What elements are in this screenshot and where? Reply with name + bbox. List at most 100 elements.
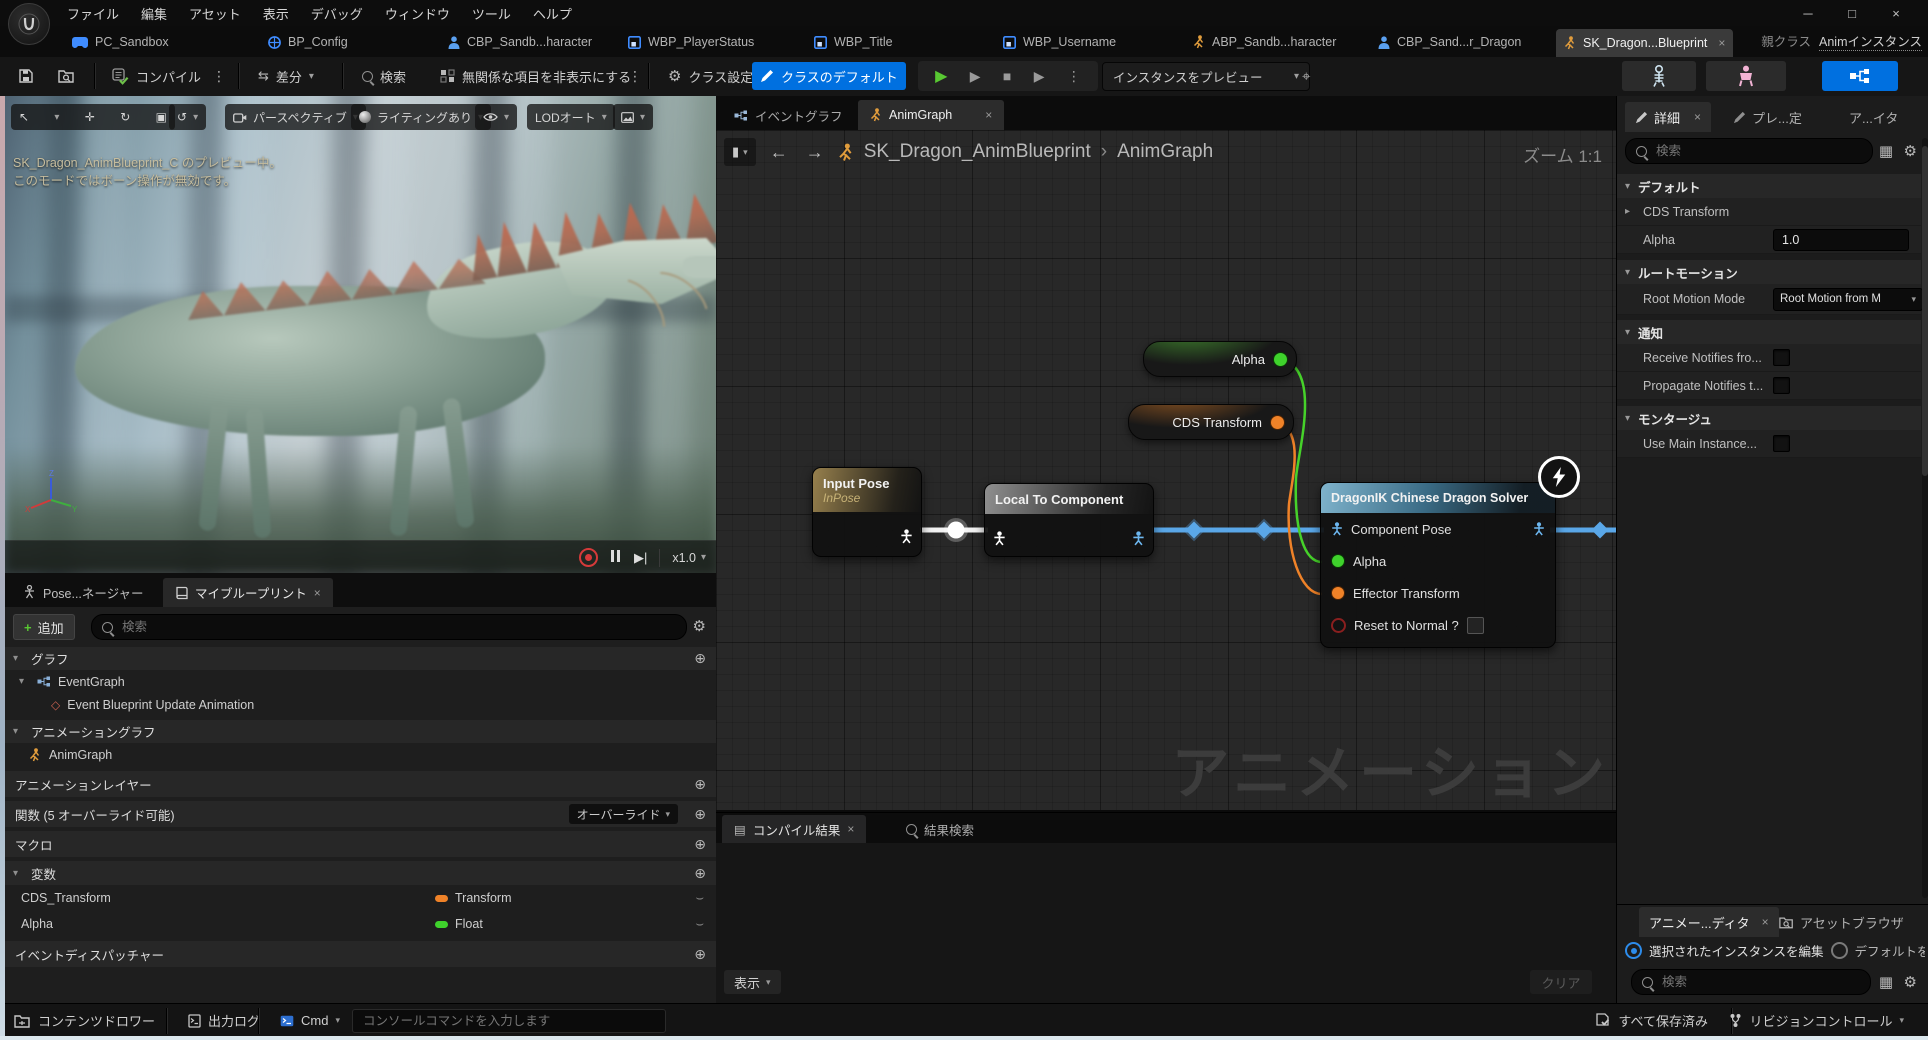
row-animgraph[interactable]: AnimGraph (5, 743, 716, 767)
chevron-down-icon[interactable]: ▾ (54, 112, 59, 123)
effector-input-pin[interactable] (1331, 586, 1345, 600)
component-pose-output-pin[interactable] (1533, 522, 1545, 536)
locate-debug-button[interactable]: ⌖ (1294, 62, 1318, 90)
compile-options-button[interactable]: ⋮ (208, 62, 230, 90)
menu-debug[interactable]: デバッグ (300, 0, 374, 26)
node-dragonik-solver[interactable]: DragonIK Chinese Dragon Solver Component… (1320, 482, 1556, 648)
close-icon[interactable]: × (847, 822, 854, 836)
row-receive-notifies[interactable]: Receive Notifies fro... (1617, 344, 1921, 372)
row-variable-alpha[interactable]: Alpha Float ⌣ (5, 911, 716, 937)
gear-icon[interactable]: ⚙ (1904, 142, 1917, 160)
section-graphs[interactable]: ▾ グラフ ⊕ (5, 647, 716, 670)
add-variable-icon[interactable]: ⊕ (694, 865, 706, 882)
show-filter-dropdown[interactable]: 表示 ▾ (724, 970, 781, 994)
move-tool-icon[interactable]: ✛ (85, 110, 95, 124)
tab-eventgraph-doc[interactable]: イベントグラフ (722, 100, 855, 130)
node-input-pose[interactable]: Input Pose InPose (812, 467, 922, 557)
tab-cbp-sandbox-character[interactable]: CBP_Sandb...haracter (440, 29, 600, 55)
frame-skip-icon[interactable]: ▶ (970, 68, 981, 85)
tab-preview-settings[interactable]: プレ...定 (1723, 102, 1812, 132)
console-input[interactable] (352, 1009, 666, 1033)
add-layer-icon[interactable]: ⊕ (694, 776, 706, 793)
tab-find-results[interactable]: 結果検索 (894, 815, 986, 843)
section-notifies[interactable]: ▾ 通知 (1617, 320, 1921, 344)
pose-output-pin[interactable] (900, 529, 913, 544)
breadcrumb-root[interactable]: SK_Dragon_AnimBlueprint (864, 141, 1091, 163)
add-graph-icon[interactable]: ⊕ (694, 650, 706, 667)
section-functions[interactable]: 関数 (5 オーバーライド可能) オーバーライド ▾ ⊕ (5, 801, 716, 827)
save-button[interactable] (10, 62, 42, 90)
row-use-main-instance[interactable]: Use Main Instance... (1617, 430, 1921, 458)
root-motion-mode-dropdown[interactable]: Root Motion from M ▾ (1773, 288, 1923, 311)
row-event-blueprint-update-animation[interactable]: ◇ Event Blueprint Update Animation (5, 693, 716, 716)
row-root-motion-mode[interactable]: Root Motion Mode Root Motion from M ▾ (1617, 284, 1921, 315)
preview-viewport[interactable]: ↖ ▾ ✛ ↻ ▣ ↺ ▾ パースペクティブ ▾ ライティングあり ▾ ▾ LO… (5, 96, 716, 573)
screenshot-dropdown[interactable]: ▾ (613, 104, 653, 130)
search-input[interactable] (1654, 143, 1862, 159)
reset-checkbox[interactable] (1467, 617, 1484, 634)
minimize-button[interactable]: ─ (1786, 0, 1830, 26)
cmd-dropdown[interactable]: Cmd ▾ (270, 1004, 350, 1037)
close-icon[interactable]: × (1762, 915, 1769, 929)
skeletal-mesh-button[interactable] (1706, 61, 1786, 91)
section-event-dispatchers[interactable]: イベントディスパッチャー ⊕ (5, 941, 716, 967)
tab-details[interactable]: 詳細 × (1625, 102, 1711, 132)
tab-wbp-title[interactable]: WBP_Title (806, 29, 901, 55)
preview-instance-dropdown[interactable]: インスタンスをプレビュー ▾ (1102, 62, 1310, 91)
expand-icon[interactable]: ▸ (1625, 206, 1630, 217)
tab-anim-preview-editor[interactable]: アニメー...ディタ × (1639, 907, 1779, 937)
hide-unrelated-button[interactable]: 無関係な項目を非表示にする (432, 62, 639, 90)
display-filter-icon[interactable]: ▦ (1879, 142, 1893, 160)
alpha-value-input[interactable]: 1.0 (1773, 229, 1909, 251)
gear-icon[interactable]: ⚙ (693, 617, 706, 635)
eject-icon[interactable]: ▶ (1034, 68, 1045, 85)
scrollbar-thumb[interactable] (1922, 146, 1928, 476)
node-local-to-component[interactable]: Local To Component (984, 483, 1154, 557)
gear-icon[interactable]: ⚙ (1904, 973, 1917, 991)
anim-graph-mode-button[interactable] (1822, 61, 1898, 91)
menu-edit[interactable]: 編集 (130, 0, 178, 26)
output-log-button[interactable]: 出力ログ (178, 1004, 270, 1037)
float-output-pin[interactable] (1273, 352, 1288, 367)
section-default[interactable]: ▾ デフォルト (1617, 174, 1921, 198)
scale-tool-icon[interactable]: ▣ (156, 110, 167, 124)
all-saved-button[interactable]: すべて保存済み (1585, 1004, 1718, 1037)
add-dispatcher-icon[interactable]: ⊕ (694, 946, 706, 963)
propagate-notifies-checkbox[interactable] (1773, 377, 1790, 394)
tab-sk-dragon-blueprint[interactable]: SK_Dragon...Blueprint × (1556, 29, 1733, 57)
tab-cbp-sand-dragon[interactable]: CBP_Sand...r_Dragon (1370, 29, 1529, 55)
rotate-tool-icon[interactable]: ↻ (120, 110, 130, 124)
add-button[interactable]: + 追加 (13, 614, 75, 640)
closed-eye-icon[interactable]: ⌣ (695, 890, 704, 906)
override-dropdown[interactable]: オーバーライド ▾ (569, 804, 678, 824)
bool-input-pin[interactable] (1331, 618, 1346, 633)
compile-button[interactable]: コンパイル (104, 62, 209, 90)
row-alpha[interactable]: Alpha 1.0 (1617, 226, 1921, 254)
bookmarks-button[interactable]: ▮ ▾ (724, 138, 756, 166)
playback-speed-dropdown[interactable]: x1.0 ▾ (672, 551, 706, 565)
nav-forward-button[interactable]: → (802, 142, 828, 163)
section-animation-layers[interactable]: アニメーションレイヤー ⊕ (5, 771, 716, 797)
pause-button[interactable] (610, 550, 622, 565)
edit-selected-radio[interactable] (1625, 942, 1642, 959)
edit-defaults-radio[interactable] (1831, 942, 1848, 959)
step-forward-button[interactable]: ▶| (634, 550, 647, 566)
tab-animgraph-doc[interactable]: AnimGraph × (858, 100, 1004, 130)
receive-notifies-checkbox[interactable] (1773, 349, 1790, 366)
animgraph-canvas[interactable]: ▮ ▾ ← → SK_Dragon_AnimBlueprint › AnimGr… (716, 130, 1616, 810)
stop-icon[interactable]: ■ (1003, 68, 1011, 84)
lit-mode-dropdown[interactable]: ライティングあり ▾ (351, 104, 491, 130)
nav-back-button[interactable]: ← (766, 142, 792, 163)
row-cds-transform[interactable]: ▸ CDS Transform (1617, 198, 1921, 226)
tab-my-blueprint[interactable]: マイブループリント × (163, 578, 333, 607)
find-button[interactable]: 検索 (354, 62, 414, 90)
section-montage[interactable]: ▾ モンタージュ (1617, 406, 1921, 430)
transform-output-pin[interactable] (1270, 415, 1285, 430)
tab-pc-sandbox[interactable]: PC_Sandbox (64, 29, 177, 55)
menu-file[interactable]: ファイル (56, 0, 130, 26)
close-icon[interactable]: × (1694, 110, 1701, 124)
tab-wbp-playerstatus[interactable]: WBP_PlayerStatus (620, 29, 762, 55)
parent-class-link[interactable]: Animインスタンス (1819, 31, 1922, 51)
menu-help[interactable]: ヘルプ (522, 0, 583, 26)
select-tool-icon[interactable]: ↖ (19, 110, 29, 124)
